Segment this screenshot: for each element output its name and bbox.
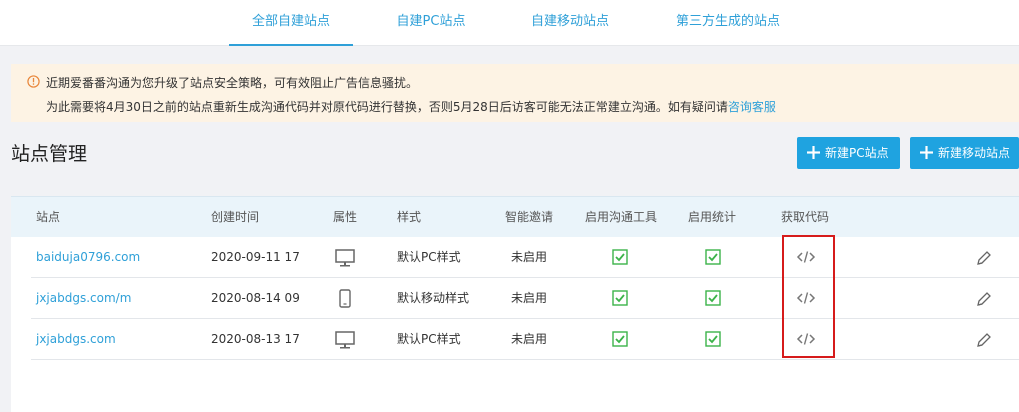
get-code-highlight-box <box>782 235 835 358</box>
edit-pencil-icon[interactable] <box>976 332 992 348</box>
contact-support-link[interactable]: 咨询客服 <box>728 100 776 114</box>
chat-tool-checkbox-checked-icon[interactable] <box>612 249 628 265</box>
tab-mobile-sites[interactable]: 自建移动站点 <box>510 0 630 46</box>
table-row: jxjabdgs.com 2020-08-13 17: 默认PC样式 未启用 <box>31 319 1019 360</box>
column-header-site: 站点 <box>36 210 61 224</box>
new-pc-site-button[interactable]: 新建PC站点 <box>797 137 900 169</box>
site-link[interactable]: baiduja0796.com <box>36 237 140 277</box>
site-link[interactable]: jxjabdgs.com <box>36 319 116 359</box>
column-header-get-code: 获取代码 <box>781 210 830 224</box>
table-row: baiduja0796.com 2020-09-11 17: 默认PC样式 未启… <box>31 237 1019 278</box>
desktop-icon <box>335 249 355 267</box>
stats-checkbox-checked-icon[interactable] <box>705 290 721 306</box>
stats-checkbox-checked-icon[interactable] <box>705 249 721 265</box>
info-circle-icon <box>27 75 40 88</box>
plus-icon <box>920 146 933 159</box>
site-table: 站点 创建时间 属性 样式 智能邀请 启用沟通工具 启用统计 获取代码 baid… <box>11 196 1019 412</box>
column-header-smart-invite: 智能邀请 <box>505 210 554 224</box>
table-row: jxjabdgs.com/m 2020-08-14 09: 默认移动样式 未启用 <box>31 278 1019 319</box>
plus-icon <box>807 146 820 159</box>
notice-text-line2: 为此需要将4月30日之前的站点重新生成沟通代码并对原代码进行替换，否则5月28日… <box>46 98 776 115</box>
style-name: 默认移动样式 <box>397 291 470 305</box>
site-type-tabs: 全部自建站点 自建PC站点 自建移动站点 第三方生成的站点 <box>0 0 1019 46</box>
edit-pencil-icon[interactable] <box>976 291 992 307</box>
chat-tool-checkbox-checked-icon[interactable] <box>612 290 628 306</box>
new-pc-site-label: 新建PC站点 <box>825 146 889 160</box>
column-header-stats: 启用统计 <box>688 210 737 224</box>
new-mobile-site-button[interactable]: 新建移动站点 <box>910 137 1019 169</box>
security-notice: 近期爱番番沟通为您升级了站点安全策略，可有效阻止广告信息骚扰。 为此需要将4月3… <box>11 64 1019 122</box>
smart-invite-status: 未启用 <box>511 250 548 264</box>
desktop-icon <box>335 331 355 349</box>
smart-invite-status: 未启用 <box>511 291 548 305</box>
smart-invite-status: 未启用 <box>511 332 548 346</box>
tab-pc-sites[interactable]: 自建PC站点 <box>376 0 486 46</box>
edit-pencil-icon[interactable] <box>976 250 992 266</box>
mobile-phone-icon <box>339 289 351 308</box>
table-header: 站点 创建时间 属性 样式 智能邀请 启用沟通工具 启用统计 获取代码 <box>11 197 1019 237</box>
column-header-created: 创建时间 <box>211 210 260 224</box>
column-header-property: 属性 <box>333 210 358 224</box>
chat-tool-checkbox-checked-icon[interactable] <box>612 331 628 347</box>
site-link[interactable]: jxjabdgs.com/m <box>36 278 131 318</box>
page-title: 站点管理 <box>11 143 88 165</box>
column-header-style: 样式 <box>397 210 422 224</box>
created-time: 2020-08-14 09: <box>211 291 301 305</box>
tab-all-sites[interactable]: 全部自建站点 <box>229 0 353 46</box>
tab-third-party-sites[interactable]: 第三方生成的站点 <box>658 0 798 46</box>
new-mobile-site-label: 新建移动站点 <box>938 146 1011 160</box>
style-name: 默认PC样式 <box>397 332 461 346</box>
created-time: 2020-08-13 17: <box>211 332 301 346</box>
stats-checkbox-checked-icon[interactable] <box>705 331 721 347</box>
notice-text: 为此需要将4月30日之前的站点重新生成沟通代码并对原代码进行替换，否则5月28日… <box>46 100 728 114</box>
created-time: 2020-09-11 17: <box>211 250 301 264</box>
column-header-chat-tool: 启用沟通工具 <box>585 210 658 224</box>
notice-text-line1: 近期爱番番沟通为您升级了站点安全策略，可有效阻止广告信息骚扰。 <box>46 76 419 90</box>
style-name: 默认PC样式 <box>397 250 461 264</box>
